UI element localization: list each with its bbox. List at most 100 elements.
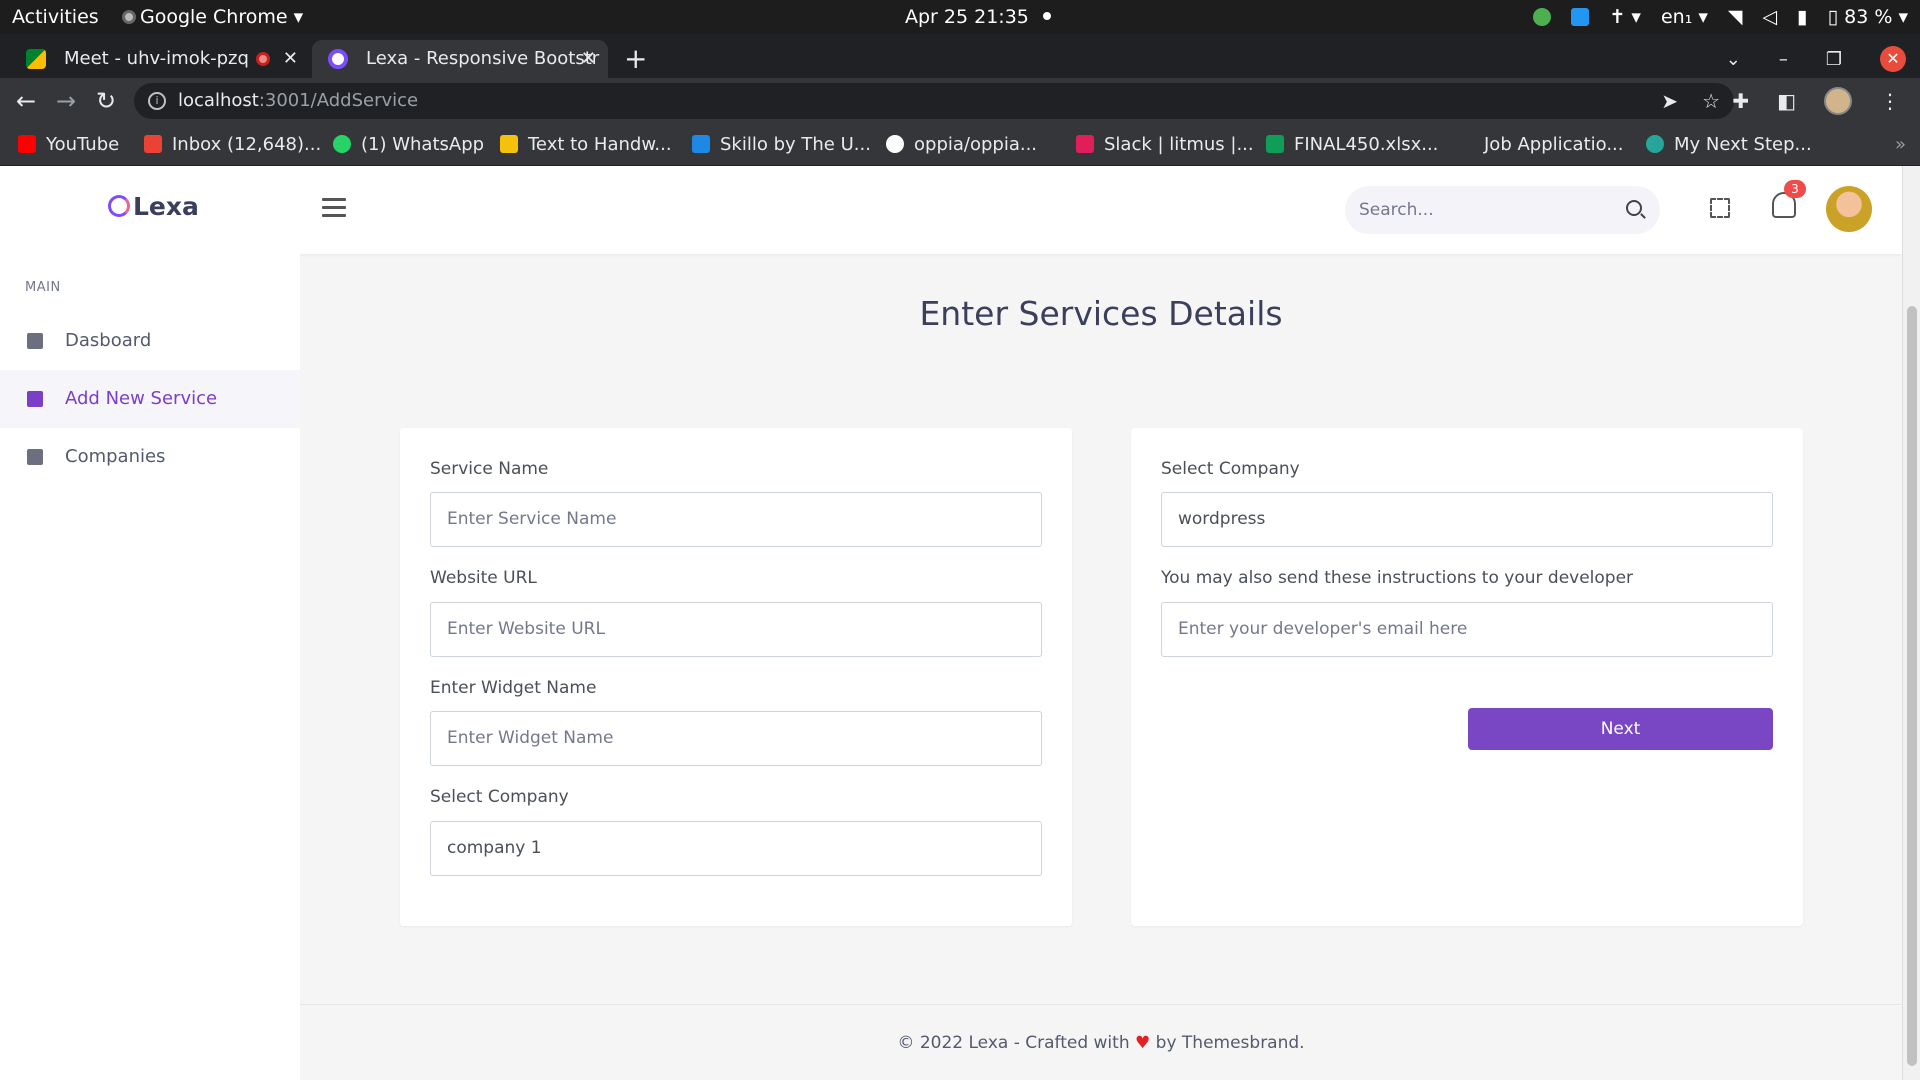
footer-suffix: by Themesbrand.	[1150, 1033, 1305, 1053]
chat-icon[interactable]	[1571, 8, 1590, 26]
battery-indicator[interactable]: ▯ 83 % ▾	[1828, 0, 1908, 34]
more-bookmarks-icon[interactable]: »	[1895, 124, 1906, 166]
fullscreen-icon[interactable]	[1710, 198, 1730, 218]
bookmark-my-next-step[interactable]: My Next Step...	[1646, 124, 1812, 166]
site-info-icon[interactable]: i	[148, 92, 166, 110]
new-tab-button[interactable]: +	[624, 40, 647, 78]
bookmark-label: Inbox (12,648)...	[172, 134, 322, 155]
hamburger-menu-icon[interactable]	[322, 198, 346, 218]
dashboard-icon	[27, 333, 43, 349]
tab-meet[interactable]: Meet - uhv-imok-pzq ✕	[10, 40, 310, 78]
menu-icon[interactable]: ⋮	[1880, 89, 1900, 113]
bookmark-youtube[interactable]: YouTube	[18, 124, 119, 166]
accessibility-icon[interactable]: ✝ ▾	[1609, 0, 1641, 34]
developer-email-input[interactable]: Enter your developer's email here	[1161, 602, 1773, 657]
sidebar-item-label: Companies	[65, 446, 166, 467]
tab-search-icon[interactable]: ⌄	[1726, 49, 1741, 70]
sidebar-item-label: Dasboard	[65, 330, 152, 351]
tab-title: Meet - uhv-imok-pzq	[64, 48, 249, 69]
send-icon[interactable]: ➤	[1661, 83, 1678, 119]
slack-icon	[1076, 135, 1094, 153]
close-tab-icon[interactable]: ✕	[283, 40, 298, 78]
whatsapp-icon	[333, 135, 351, 153]
bookmark-final450[interactable]: FINAL450.xlsx...	[1266, 124, 1438, 166]
bookmark-star-icon[interactable]: ☆	[1702, 83, 1720, 119]
bookmark-text-to-handwriting[interactable]: Text to Handw...	[500, 124, 672, 166]
company-select[interactable]: company 1	[430, 821, 1042, 876]
reload-icon[interactable]: ↻	[96, 78, 116, 124]
minimize-icon[interactable]: –	[1779, 49, 1788, 70]
building-icon	[27, 449, 43, 465]
bookmark-gmail[interactable]: Inbox (12,648)...	[144, 124, 321, 166]
next-step-icon	[1646, 135, 1664, 153]
service-details-card: Service Name Enter Service Name Website …	[400, 428, 1072, 926]
bookmark-label: (1) WhatsApp	[361, 134, 485, 155]
user-avatar[interactable]	[1826, 186, 1872, 232]
pen-icon	[500, 135, 518, 153]
close-tab-icon[interactable]: ✕	[581, 40, 596, 78]
brand-logo[interactable]: Lexa	[108, 192, 199, 221]
clock-text: Apr 25 21:35	[905, 6, 1029, 28]
app-menu-label: Google Chrome	[140, 6, 288, 28]
lexa-favicon-icon	[328, 49, 348, 69]
url-path: :3001/AddService	[258, 90, 419, 111]
restore-icon[interactable]: ❐	[1826, 49, 1842, 70]
scrollbar-thumb[interactable]	[1907, 306, 1917, 1066]
youtube-icon	[18, 135, 36, 153]
tab-title: Lexa - Responsive Bootstr	[366, 48, 600, 69]
address-bar[interactable]: i localhost:3001/AddService ➤ ☆	[134, 83, 1734, 119]
search-placeholder: Search...	[1359, 200, 1434, 220]
website-url-input[interactable]: Enter Website URL	[430, 602, 1042, 657]
back-icon[interactable]: ←	[16, 78, 36, 124]
app-menu[interactable]: Google Chrome ▾	[122, 0, 303, 34]
bookmark-label: Slack | litmus |...	[1104, 134, 1254, 155]
url-host: localhost	[178, 90, 259, 111]
bookmark-label: YouTube	[46, 134, 120, 155]
bookmark-label: My Next Step...	[1674, 134, 1812, 155]
battery-icon: ▯	[1827, 6, 1839, 28]
clock[interactable]: Apr 25 21:35	[905, 0, 1051, 34]
activities-button[interactable]: Activities	[12, 0, 99, 34]
language-indicator[interactable]: en₁ ▾	[1661, 0, 1708, 34]
volume-icon[interactable]: ◁	[1763, 0, 1778, 34]
side-panel-icon[interactable]: ◧	[1777, 89, 1796, 113]
system-top-bar: Activities Google Chrome ▾ Apr 25 21:35 …	[0, 0, 1920, 34]
sidebar-item-dashboard[interactable]: Dasboard	[0, 312, 300, 370]
bookmark-whatsapp[interactable]: (1) WhatsApp	[333, 124, 484, 166]
page-scrollbar[interactable]	[1902, 166, 1920, 1080]
wifi-icon[interactable]: ◥	[1728, 0, 1743, 34]
microphone-icon[interactable]: ▮	[1797, 0, 1807, 34]
widget-name-input[interactable]: Enter Widget Name	[430, 711, 1042, 766]
search-input[interactable]: Search...	[1345, 186, 1660, 234]
navigation-bar: ← → ↻ i localhost:3001/AddService ➤ ☆ ✚ …	[0, 78, 1920, 124]
select-company-label: Select Company	[1161, 459, 1300, 479]
search-icon[interactable]	[1626, 200, 1642, 216]
sidebar-item-companies[interactable]: Companies	[0, 428, 300, 486]
forward-icon[interactable]: →	[56, 78, 76, 124]
bookmark-skillo[interactable]: Skillo by The U...	[692, 124, 871, 166]
sidebar-item-add-new-service[interactable]: Add New Service	[0, 370, 300, 428]
bookmark-label: FINAL450.xlsx...	[1294, 134, 1439, 155]
shield-icon[interactable]	[1533, 8, 1552, 26]
next-button[interactable]: Next	[1468, 708, 1773, 750]
service-name-input[interactable]: Enter Service Name	[430, 492, 1042, 547]
company-select[interactable]: wordpress	[1161, 492, 1773, 547]
window-controls: ⌄ – ❐ ✕	[1726, 40, 1920, 78]
profile-avatar[interactable]	[1824, 87, 1852, 115]
language-label: en₁	[1660, 6, 1693, 28]
lexa-logo-icon	[108, 195, 130, 217]
chrome-icon	[122, 10, 136, 24]
page-title: Enter Services Details	[919, 294, 1283, 333]
bookmark-oppia[interactable]: oppia/oppia...	[886, 124, 1037, 166]
web-app: Lexa Search... 3 MAIN Dasboard Add New S…	[0, 166, 1920, 1080]
extensions-icon[interactable]: ✚	[1732, 89, 1749, 113]
widget-name-label: Enter Widget Name	[430, 678, 597, 698]
bookmark-label: Text to Handw...	[528, 134, 672, 155]
close-window-icon[interactable]: ✕	[1880, 46, 1906, 72]
bookmark-job-application[interactable]: Job Applicatio...	[1484, 124, 1623, 166]
system-tray[interactable]: ✝ ▾ en₁ ▾ ◥ ◁ ▮ ▯ 83 % ▾	[1533, 0, 1908, 34]
bookmark-slack[interactable]: Slack | litmus |...	[1076, 124, 1254, 166]
company-details-card: Select Company wordpress You may also se…	[1131, 428, 1803, 926]
recording-icon	[256, 52, 270, 66]
tab-lexa[interactable]: Lexa - Responsive Bootstr ✕	[312, 40, 608, 78]
